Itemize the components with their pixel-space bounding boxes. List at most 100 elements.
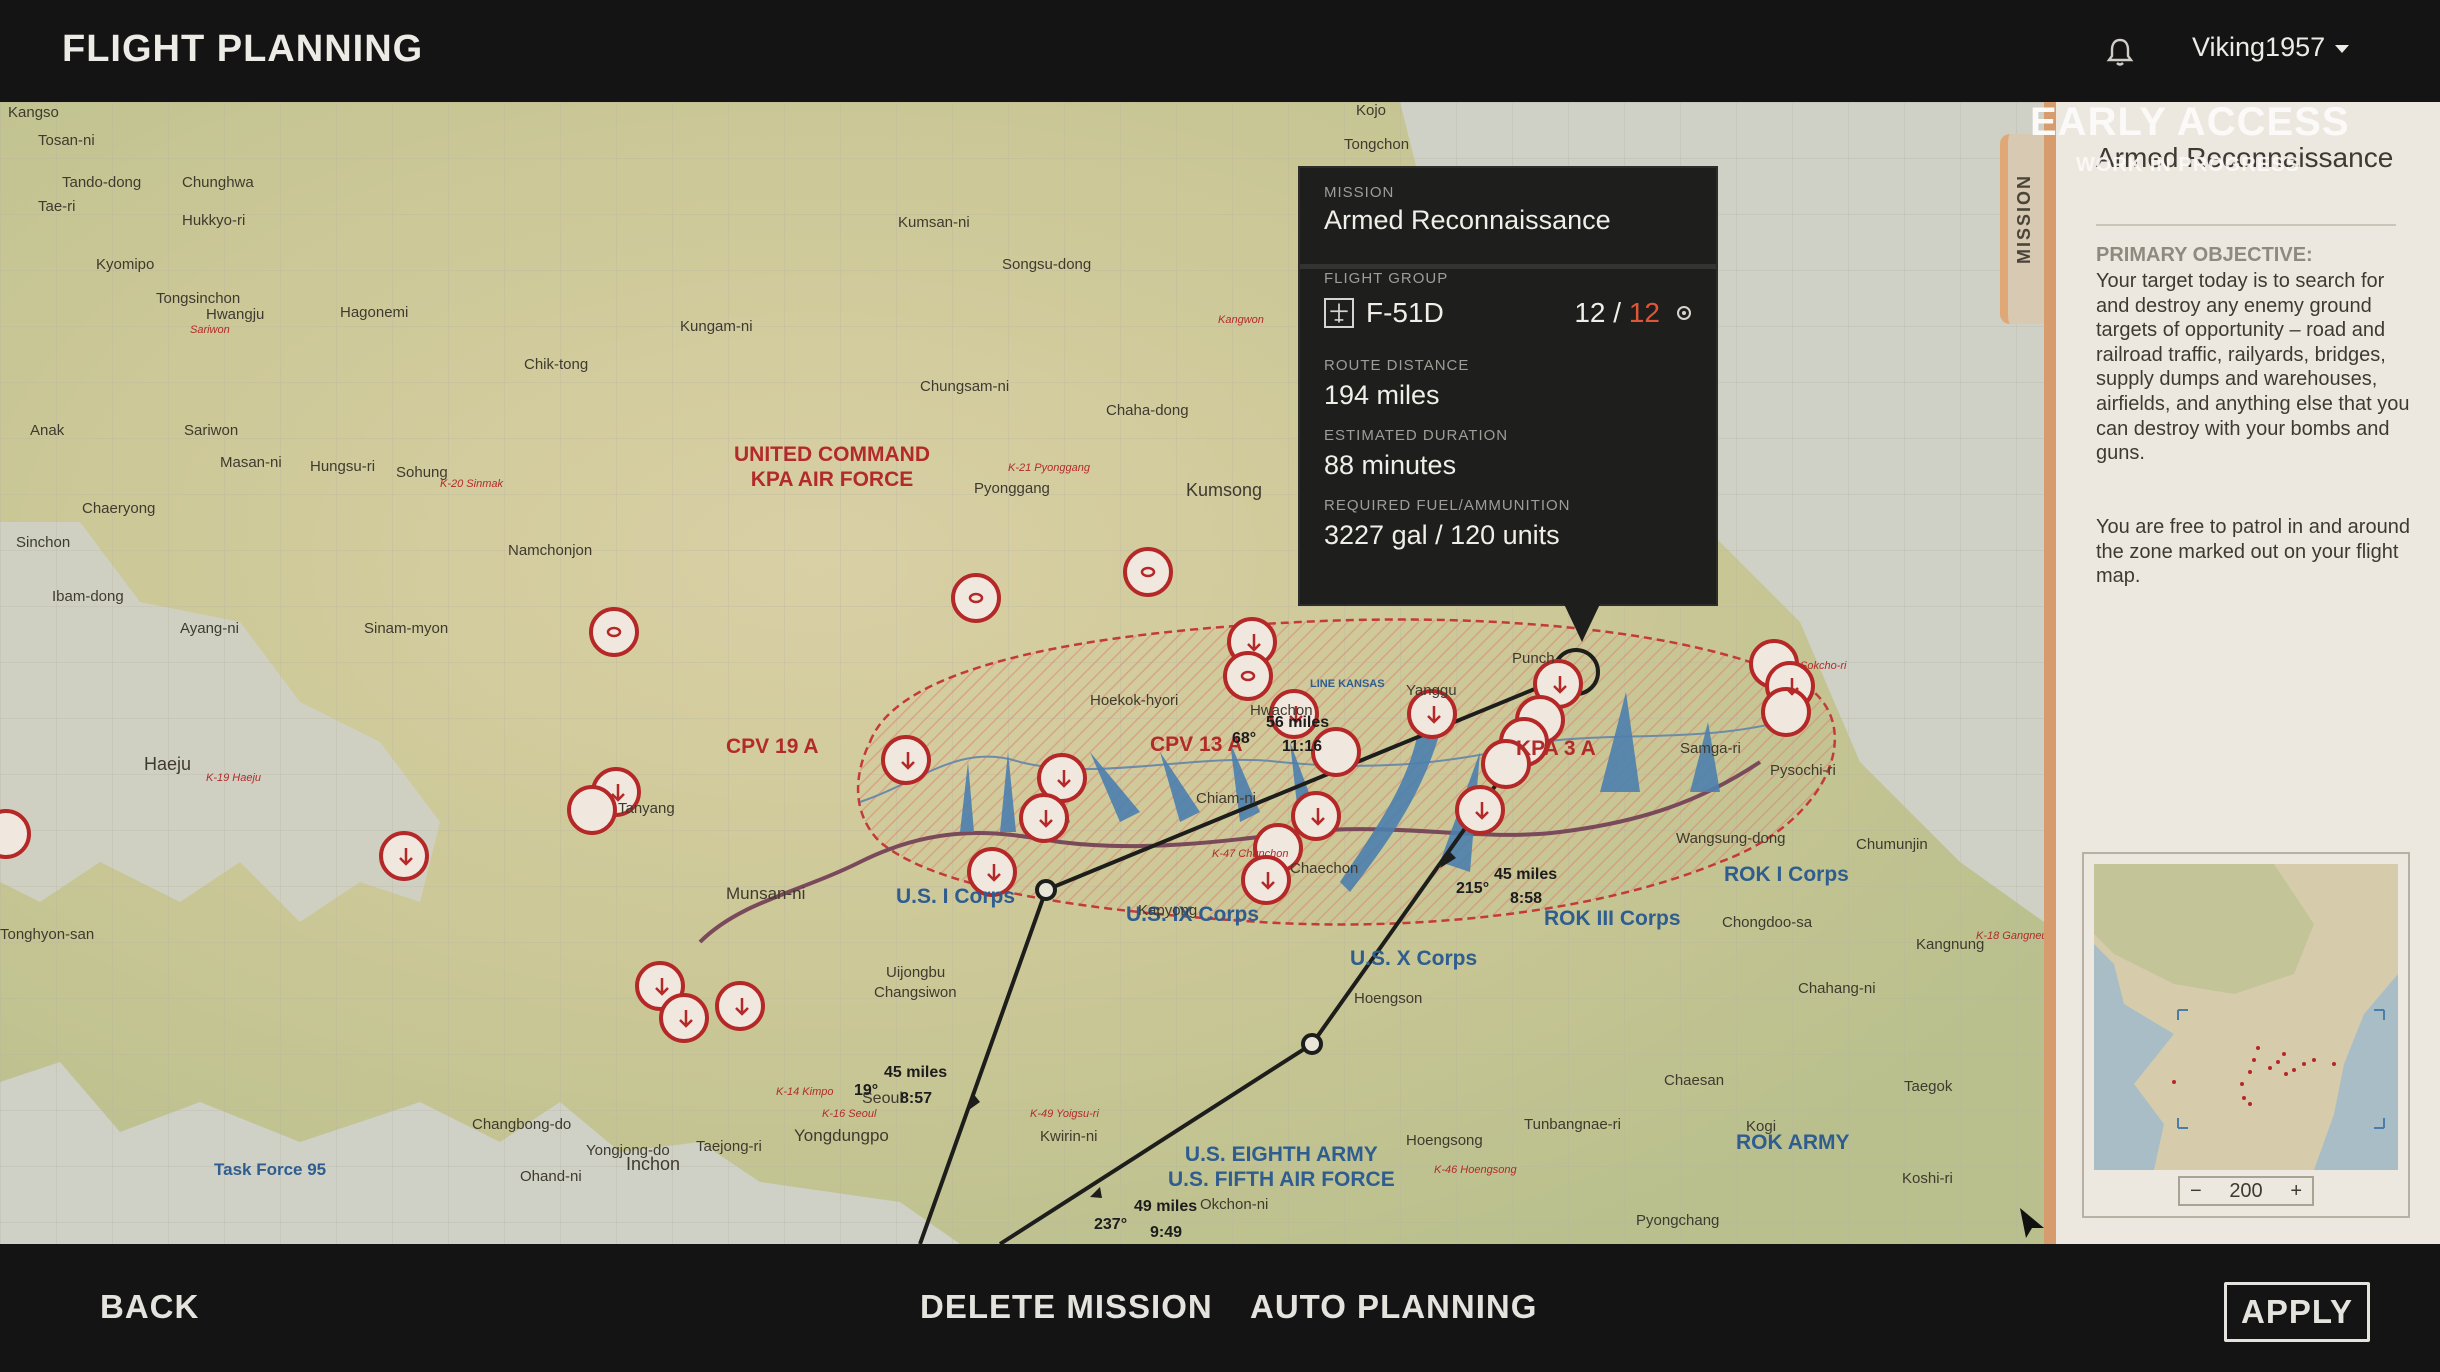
- route-leg-distance: 56 miles: [1266, 714, 1330, 731]
- route-leg-distance: 49 miles: [1134, 1198, 1198, 1215]
- place-label: Taejong-ri: [696, 1138, 762, 1155]
- place-label: Hoengsong: [1406, 1132, 1483, 1149]
- work-in-progress-badge: WORK IN PROGRESS: [2076, 154, 2300, 176]
- place-label: Yongdungpo: [794, 1126, 889, 1145]
- place-label: Chik-tong: [524, 356, 589, 373]
- place-label: Taegok: [1904, 1078, 1953, 1095]
- flight-map[interactable]: UNITED COMMAND KPA AIR FORCE CPV 19 A CP…: [0, 102, 2044, 1244]
- objective-heading: PRIMARY OBJECTIVE:: [2096, 244, 2313, 266]
- delete-mission-button[interactable]: DELETE MISSION: [920, 1288, 1213, 1326]
- bottom-bar: BACK DELETE MISSION AUTO PLANNING APPLY: [0, 1244, 2440, 1372]
- place-label: Chiam-ni: [1196, 790, 1257, 807]
- flight-group-row: F-51D 12 / 12: [1324, 297, 1692, 329]
- place-label: Chumunjin: [1856, 836, 1928, 853]
- label-line-kansas: LINE KANSAS: [1310, 678, 1385, 690]
- route-distance-label: ROUTE DISTANCE: [1324, 357, 1470, 374]
- place-label: Tando-dong: [62, 174, 142, 191]
- divider: [1300, 264, 1716, 269]
- place-label: Munsan-ni: [726, 884, 806, 903]
- label-rok-i-corps: ROK I Corps: [1724, 863, 1849, 886]
- place-label: Chahang-ni: [1798, 980, 1876, 997]
- place-label: Kogi: [1746, 1118, 1777, 1135]
- label-kpa-3a: KPA 3 A: [1516, 737, 1596, 760]
- minimap-view[interactable]: [2094, 864, 2398, 1170]
- place-label: Masan-ni: [220, 454, 282, 471]
- airfield-label: K-21 Pyonggang: [1008, 462, 1090, 474]
- route-leg-time: 9:49: [1150, 1224, 1183, 1241]
- place-label: Chaesan: [1664, 1072, 1725, 1089]
- place-label: Ohand-ni: [520, 1168, 582, 1185]
- auto-planning-button[interactable]: AUTO PLANNING: [1250, 1288, 1537, 1326]
- airfield-label: K-18 Gangneu: [1976, 930, 2044, 942]
- airfield-label: K-16 Seoul: [822, 1108, 877, 1120]
- zoom-in-button[interactable]: +: [2290, 1180, 2302, 1203]
- chevron-down-icon: [2335, 45, 2350, 53]
- place-label: Tanyang: [618, 800, 675, 817]
- place-label: Sinchon: [16, 534, 71, 551]
- place-label: Uijongbu: [886, 964, 946, 981]
- route-leg-time: 8:58: [1510, 890, 1543, 907]
- bell-icon[interactable]: [2104, 36, 2136, 68]
- back-button[interactable]: BACK: [100, 1288, 199, 1326]
- gear-icon[interactable]: [1676, 305, 1692, 321]
- mission-info-card: MISSION Armed Reconnaissance FLIGHT GROU…: [1298, 166, 1718, 642]
- airfield-label: Sariwon: [190, 324, 230, 336]
- place-label: Pyonggang: [974, 480, 1050, 497]
- place-label: Chunghwa: [182, 174, 254, 191]
- minimap[interactable]: − 200 +: [2082, 852, 2410, 1218]
- user-menu[interactable]: Viking1957: [2192, 32, 2350, 63]
- divider: [2096, 224, 2396, 226]
- duration-value: 88 minutes: [1324, 450, 1457, 480]
- route-leg-heading: 237°: [1094, 1216, 1128, 1233]
- place-label: Yongjong-do: [586, 1142, 670, 1159]
- fuel-label: REQUIRED FUEL/AMMUNITION: [1324, 497, 1571, 514]
- place-label: Chaha-dong: [1106, 402, 1189, 419]
- place-label: Hukkyo-ri: [182, 212, 246, 229]
- place-label: Hwangju: [206, 306, 265, 323]
- place-label: Chaeryong: [82, 500, 156, 517]
- place-label: Pyongchang: [1636, 1212, 1720, 1229]
- place-label: Hoengson: [1354, 990, 1423, 1007]
- mission-label: MISSION: [1324, 184, 1395, 201]
- place-label: Chungsam-ni: [920, 378, 1010, 395]
- place-label: Hoekok-hyori: [1090, 692, 1179, 709]
- route-leg-heading: 68°: [1232, 730, 1257, 747]
- tab-mission-label: MISSION: [2014, 174, 2034, 265]
- place-label: Chongdoo-sa: [1722, 914, 1813, 931]
- label-cpv-13a: CPV 13 A: [1150, 733, 1243, 756]
- aircraft-count: 12 / 12: [1574, 297, 1660, 328]
- place-label: Hagonemi: [340, 304, 409, 321]
- label-cpv-19a: CPV 19 A: [726, 735, 819, 758]
- place-label: Tosan-ni: [38, 132, 95, 149]
- place-label: Tae-ri: [38, 198, 76, 215]
- place-label: Chaechon: [1290, 860, 1359, 877]
- zoom-out-button[interactable]: −: [2190, 1180, 2202, 1203]
- place-label: Sinam-myon: [364, 620, 449, 637]
- place-label: Samga-ri: [1680, 740, 1741, 757]
- airfield-label: K-49 Yoigsu-ri: [1030, 1108, 1099, 1120]
- airfield-label: K-14 Kimpo: [776, 1086, 834, 1098]
- place-label: Kwirin-ni: [1040, 1128, 1098, 1145]
- mouse-cursor-icon: [2020, 1208, 2044, 1238]
- place-label: Songsu-dong: [1002, 256, 1092, 273]
- place-label: Namchonjon: [508, 542, 593, 559]
- place-label: Sariwon: [184, 422, 239, 439]
- label-task-force-95: Task Force 95: [214, 1160, 327, 1179]
- place-label: Punch: [1512, 650, 1555, 667]
- tab-mission[interactable]: MISSION: [2000, 134, 2048, 324]
- zoom-level: 200: [2229, 1179, 2263, 1202]
- route-leg-heading: 215°: [1456, 880, 1490, 897]
- apply-button[interactable]: APPLY: [2224, 1282, 2370, 1342]
- label-us-i-corps: U.S. I Corps: [896, 885, 1016, 908]
- place-label: Ayang-ni: [180, 620, 239, 637]
- map-canvas: [0, 102, 2044, 1244]
- username: Viking1957: [2192, 32, 2326, 62]
- label-rok-iii-corps: ROK III Corps: [1544, 907, 1681, 930]
- mission-name: Armed Reconnaissance: [1324, 205, 1611, 235]
- place-label: Changsiwon: [874, 984, 957, 1001]
- label-kpa-air-force: UNITED COMMAND KPA AIR FORCE: [734, 443, 930, 492]
- place-label: Tongsinchon: [156, 290, 241, 307]
- airfield-label: K-46 Hoengsong: [1434, 1164, 1517, 1176]
- place-label: Koshi-ri: [1902, 1170, 1953, 1187]
- place-label: Tongchon: [1344, 136, 1410, 153]
